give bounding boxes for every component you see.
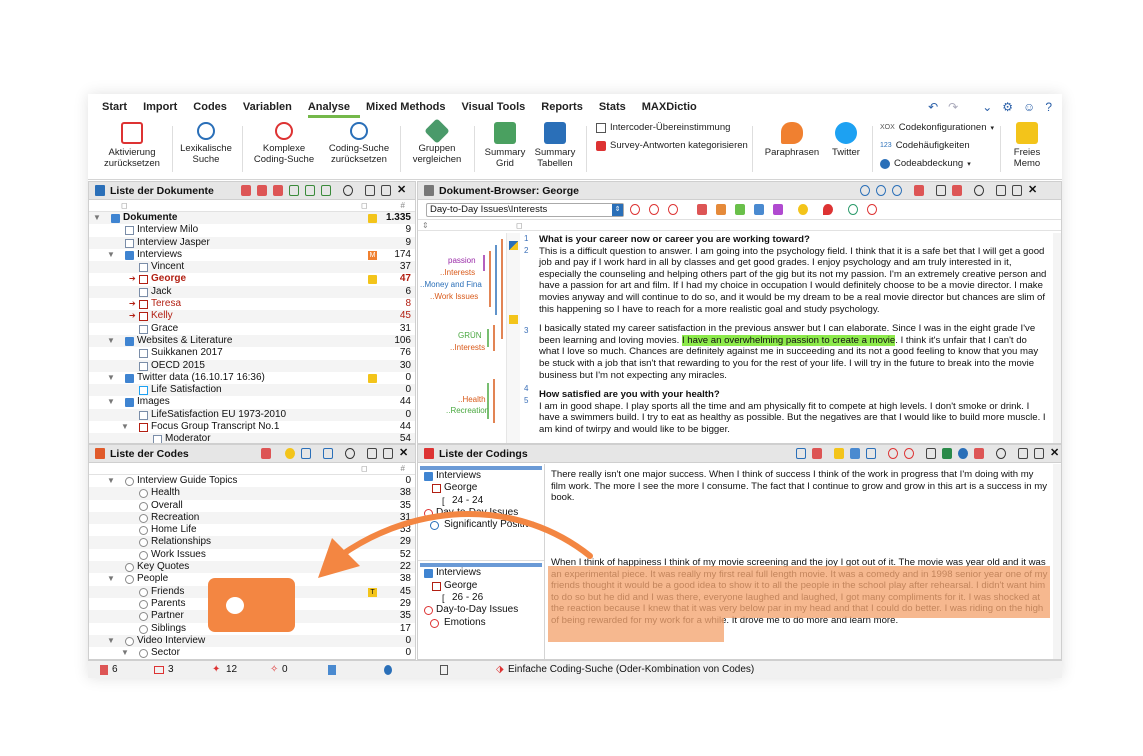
code-tag-icon [208,578,295,632]
code-tag-hole [226,597,244,614]
drag-arrow [318,511,593,578]
